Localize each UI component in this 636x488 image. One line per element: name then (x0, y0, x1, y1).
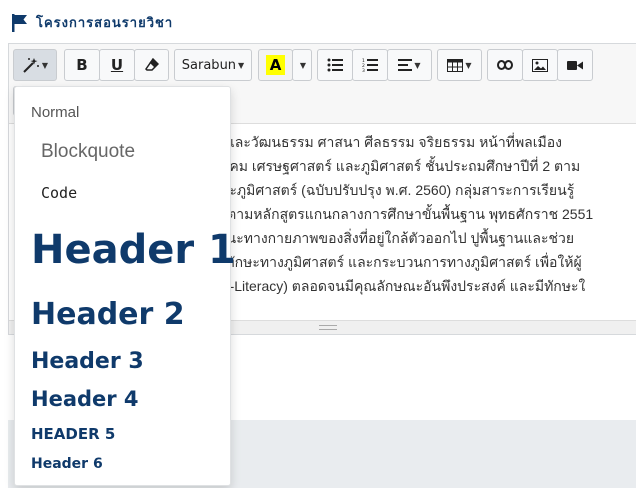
flag-icon (12, 13, 28, 32)
section-header: โครงการสอนรายวิชา (12, 12, 173, 33)
grip-icon (319, 325, 337, 330)
insert-link-button[interactable] (487, 49, 523, 81)
style-dropdown-menu: Normal Blockquote Code Header 1 Header 2… (14, 86, 236, 486)
content-line: ษณะทางกายภาพของสิ่งที่อยู่ใกล้ตัวออกไป ป… (214, 230, 575, 246)
style-option-header-5[interactable]: HEADER 5 (31, 425, 115, 443)
style-option-header-6[interactable]: Header 6 (31, 456, 103, 472)
highlight-color-dropdown[interactable]: ▼ (292, 49, 312, 81)
chevron-down-icon: ▼ (238, 60, 245, 70)
image-icon (532, 58, 548, 72)
table-icon (447, 58, 464, 72)
content-line: สังคม เศรษฐศาสตร์ และภูมิศาสตร์ ชั้นประถ… (214, 158, 581, 174)
bold-icon: B (76, 56, 88, 74)
magic-wand-icon (22, 57, 40, 73)
style-option-header-4[interactable]: Header 4 (31, 387, 139, 411)
underline-icon: U (110, 56, 124, 74)
eraser-icon (144, 58, 159, 72)
chevron-down-icon: ▼ (465, 60, 472, 70)
font-family-label: Sarabun (181, 57, 237, 73)
style-dropdown-button[interactable]: ▼ (13, 49, 57, 81)
style-option-header-3[interactable]: Header 3 (31, 349, 144, 374)
highlight-icon: A (265, 55, 286, 75)
clear-format-button[interactable] (134, 49, 169, 81)
content-line: eo-Literacy) ตลอดจนมีคุณลักษณะอันพึงประส… (214, 278, 586, 294)
style-option-header-2[interactable]: Header 2 (31, 297, 185, 332)
numbered-list-icon: 1 2 3 (362, 58, 378, 72)
content-line: ร์ ทักษะทางภูมิศาสตร์ และกระบวนการทางภูม… (214, 254, 582, 270)
table-dropdown-button[interactable]: ▼ (437, 49, 482, 81)
highlight-color-button[interactable]: A (258, 49, 293, 81)
video-icon (567, 60, 583, 71)
chevron-down-icon: ▼ (41, 60, 49, 70)
style-option-header-1[interactable]: Header 1 (31, 227, 236, 273)
svg-text:3: 3 (362, 68, 365, 72)
font-family-dropdown[interactable]: Sarabun ▼ (174, 49, 252, 81)
style-option-blockquote[interactable]: Blockquote (41, 141, 135, 163)
content-line: า และวัฒนธรรม ศาสนา ศีลธรรม จริยธรรม หน้… (214, 134, 563, 150)
insert-image-button[interactable] (522, 49, 558, 81)
section-title: โครงการสอนรายวิชา (36, 16, 174, 31)
bold-button[interactable]: B (64, 49, 100, 81)
unordered-list-button[interactable] (317, 49, 353, 81)
align-left-icon (398, 59, 413, 71)
chevron-down-icon: ▼ (414, 60, 421, 70)
align-dropdown-button[interactable]: ▼ (387, 49, 432, 81)
ordered-list-button[interactable]: 1 2 3 (352, 49, 388, 81)
style-option-code[interactable]: Code (41, 184, 77, 202)
insert-video-button[interactable] (557, 49, 593, 81)
bullet-list-icon (327, 58, 343, 72)
content-line: าระภูมิศาสตร์ (ฉบับปรับปรุง พ.ศ. 2560) ก… (214, 182, 575, 198)
style-option-normal[interactable]: Normal (31, 104, 79, 121)
underline-button[interactable]: U (99, 49, 135, 81)
link-icon (497, 60, 513, 70)
chevron-down-icon: ▼ (299, 60, 307, 70)
content-line: ม ตามหลักสูตรแกนกลางการศึกษาขั้นพื้นฐาน … (214, 206, 594, 222)
